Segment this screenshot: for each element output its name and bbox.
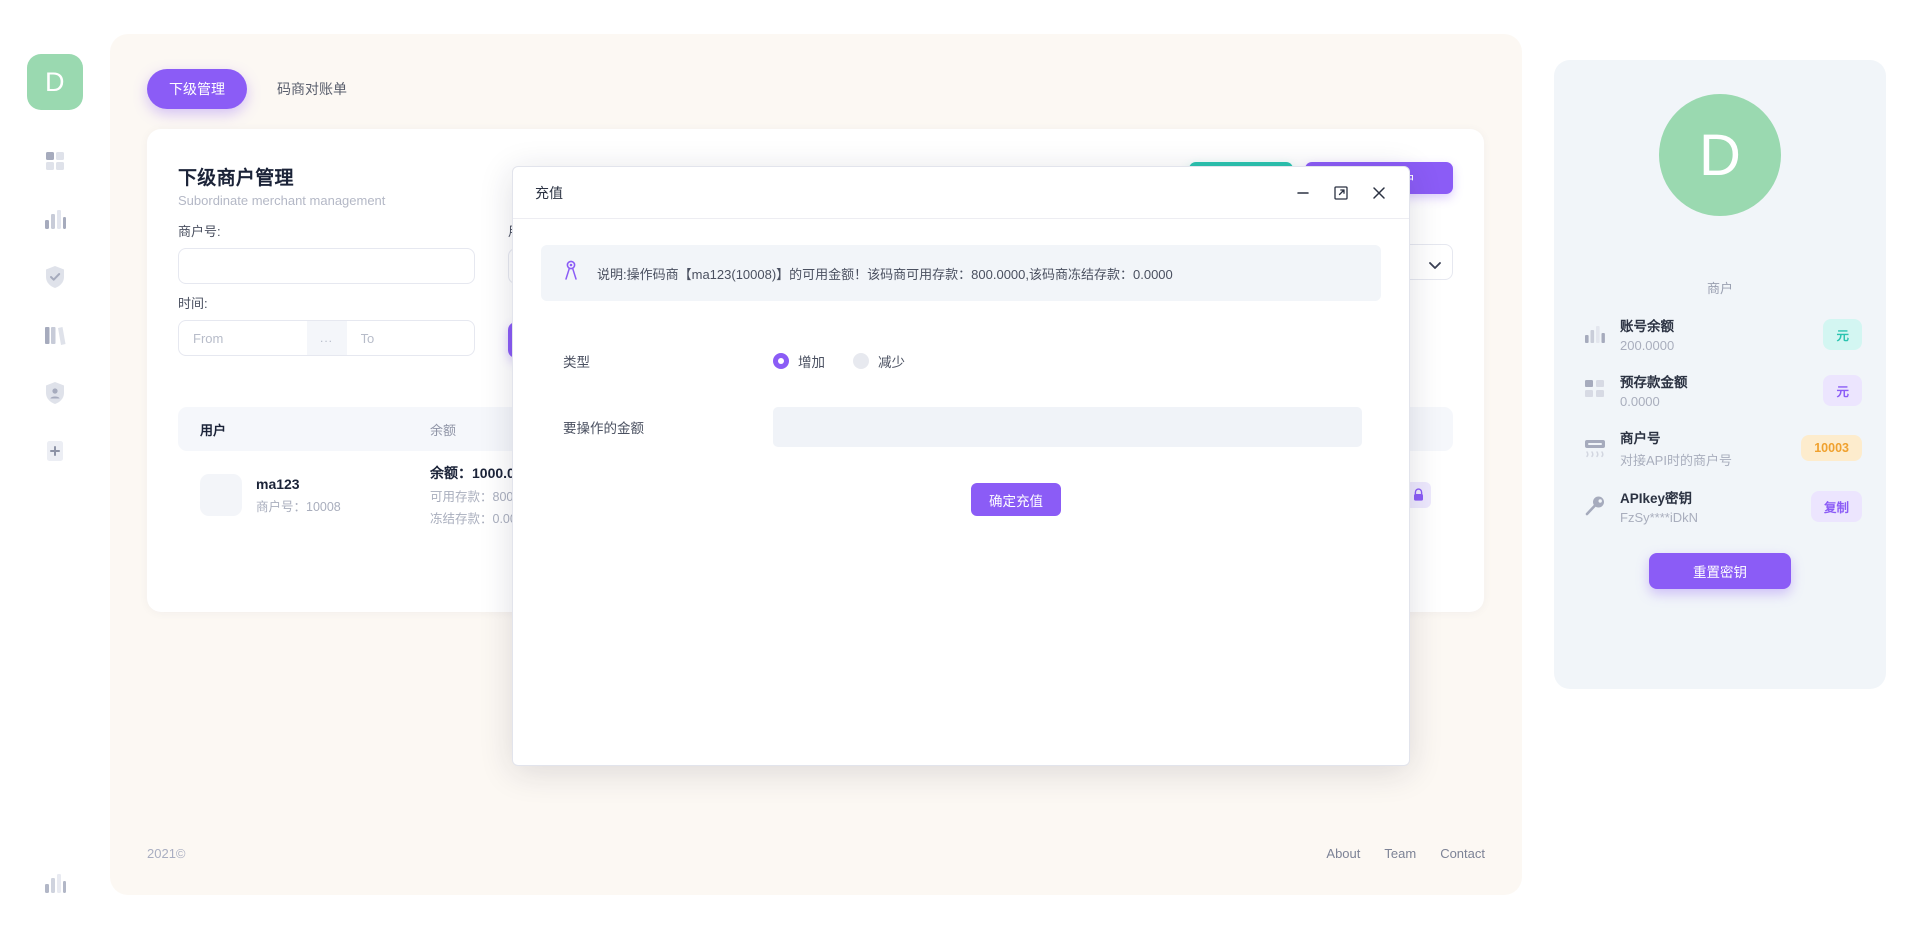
info-text: APIkey密钥 FzSy****iDkN xyxy=(1620,487,1811,525)
info-banner-text: 说明:操作码商【ma123(10008)】的可用金额！该码商可用存款：800.0… xyxy=(597,264,1173,283)
modal-title: 充值 xyxy=(535,183,563,203)
grid-icon[interactable] xyxy=(40,146,70,176)
info-icon xyxy=(561,260,581,287)
app-logo[interactable]: D xyxy=(27,54,83,110)
window-controls xyxy=(1295,185,1387,201)
modal-title-bar: 充值 xyxy=(513,167,1409,219)
radio-increase-dot xyxy=(773,353,789,369)
rail-icon-list xyxy=(40,146,70,466)
close-icon[interactable] xyxy=(1371,185,1387,201)
info-value: 0.0000 xyxy=(1620,394,1823,409)
minimize-icon[interactable] xyxy=(1295,185,1311,201)
info-title: APIkey密钥 xyxy=(1620,487,1811,507)
page-title: 下级商户管理 xyxy=(178,163,294,190)
info-title: 预存款金额 xyxy=(1620,371,1823,391)
reset-key-button[interactable]: 重置密钥 xyxy=(1649,553,1791,589)
bar-chart-icon[interactable] xyxy=(40,204,70,234)
field-amount: 要操作的金额 xyxy=(563,407,1381,447)
card-icon xyxy=(1578,437,1612,459)
account-role: 商户 xyxy=(1554,278,1886,297)
left-icon-rail: D xyxy=(0,0,110,928)
radio-decrease-dot xyxy=(853,353,869,369)
date-from-input[interactable] xyxy=(179,321,307,355)
info-value: 200.0000 xyxy=(1620,338,1823,353)
date-range-picker[interactable]: ... xyxy=(178,320,475,356)
modal-body: 说明:操作码商【ma123(10008)】的可用金额！该码商可用存款：800.0… xyxy=(513,219,1409,516)
shield-user-icon[interactable] xyxy=(40,378,70,408)
info-banner: 说明:操作码商【ma123(10008)】的可用金额！该码商可用存款：800.0… xyxy=(541,245,1381,301)
tab-bar: 下级管理 码商对账单 xyxy=(147,69,369,109)
time-label: 时间: xyxy=(178,293,475,312)
radio-decrease-label: 减少 xyxy=(878,351,905,371)
page-subtitle: Subordinate merchant management xyxy=(178,193,385,208)
merchant-input[interactable] xyxy=(178,248,475,284)
bar-chart-icon xyxy=(1578,324,1612,344)
app-root: D xyxy=(0,0,1919,928)
user-text-block: ma123 商户号：10008 xyxy=(256,476,341,515)
cell-user: ma123 商户号：10008 xyxy=(200,474,430,516)
radio-decrease[interactable]: 减少 xyxy=(853,351,905,371)
info-row-account-balance: 账号余额 200.0000 元 xyxy=(1578,315,1862,353)
info-title: 账号余额 xyxy=(1620,315,1823,335)
column-user: 用户 xyxy=(200,420,430,439)
type-label: 类型 xyxy=(563,351,773,371)
info-text: 预存款金额 0.0000 xyxy=(1620,371,1823,409)
rail-bottom-icon-wrap xyxy=(0,868,110,898)
shield-check-icon[interactable] xyxy=(40,262,70,292)
filter-merchant: 商户号: xyxy=(178,221,475,284)
confirm-recharge-button[interactable]: 确定充值 xyxy=(971,483,1061,516)
copy-button[interactable]: 复制 xyxy=(1811,491,1862,522)
account-info-panel: D 商户 账号余额 200.0000 元 预存款金额 0.0000 xyxy=(1554,60,1886,689)
info-row-prepaid-amount: 预存款金额 0.0000 元 xyxy=(1578,371,1862,409)
merchant-label: 商户号: xyxy=(178,221,475,240)
info-row-merchant-id: 商户号 对接API时的商户号 10003 xyxy=(1578,427,1862,469)
merchant-id-badge: 10003 xyxy=(1801,435,1862,461)
info-text: 账号余额 200.0000 xyxy=(1620,315,1823,353)
key-icon xyxy=(1578,495,1612,517)
maximize-icon[interactable] xyxy=(1333,185,1349,201)
account-info-rows: 账号余额 200.0000 元 预存款金额 0.0000 元 xyxy=(1554,315,1886,525)
info-value: 对接API时的商户号 xyxy=(1620,450,1801,469)
user-merchant-id: 商户号：10008 xyxy=(256,496,341,515)
filter-time: 时间: ... xyxy=(178,293,475,356)
date-to-input[interactable] xyxy=(347,321,475,355)
avatar xyxy=(200,474,242,516)
tab-subordinate-management[interactable]: 下级管理 xyxy=(147,69,247,109)
amount-label: 要操作的金额 xyxy=(563,417,773,437)
info-text: 商户号 对接API时的商户号 xyxy=(1620,427,1801,469)
footer-link-team[interactable]: Team xyxy=(1384,846,1416,861)
type-radio-group: 增加 减少 xyxy=(773,351,905,371)
footer-link-contact[interactable]: Contact xyxy=(1440,846,1485,861)
recharge-modal: 充值 说明:操作码商【ma123(10008)】的可用金额！该码商可用存款：80… xyxy=(512,166,1410,766)
bar-chart-icon[interactable] xyxy=(40,868,70,898)
copyright: 2021© xyxy=(147,846,186,861)
footer: 2021© About Team Contact xyxy=(147,846,1485,861)
tab-merchant-statement[interactable]: 码商对账单 xyxy=(255,69,369,109)
user-name: ma123 xyxy=(256,476,341,492)
recharge-form: 类型 增加 减少 要操作的金额 xyxy=(541,351,1381,516)
amount-input[interactable] xyxy=(773,407,1362,447)
footer-links: About Team Contact xyxy=(1326,846,1485,861)
status-badge: 元 xyxy=(1823,319,1862,350)
status-badge: 元 xyxy=(1823,375,1862,406)
info-value: FzSy****iDkN xyxy=(1620,510,1811,525)
avatar: D xyxy=(1659,94,1781,216)
info-title: 商户号 xyxy=(1620,427,1801,447)
radio-increase-label: 增加 xyxy=(798,351,825,371)
date-range-separator: ... xyxy=(307,321,347,355)
add-icon[interactable] xyxy=(40,436,70,466)
field-type: 类型 增加 减少 xyxy=(563,351,1381,371)
books-icon[interactable] xyxy=(40,320,70,350)
grid-icon xyxy=(1578,380,1612,400)
footer-link-about[interactable]: About xyxy=(1326,846,1360,861)
info-row-apikey: APIkey密钥 FzSy****iDkN 复制 xyxy=(1578,487,1862,525)
radio-increase[interactable]: 增加 xyxy=(773,351,825,371)
